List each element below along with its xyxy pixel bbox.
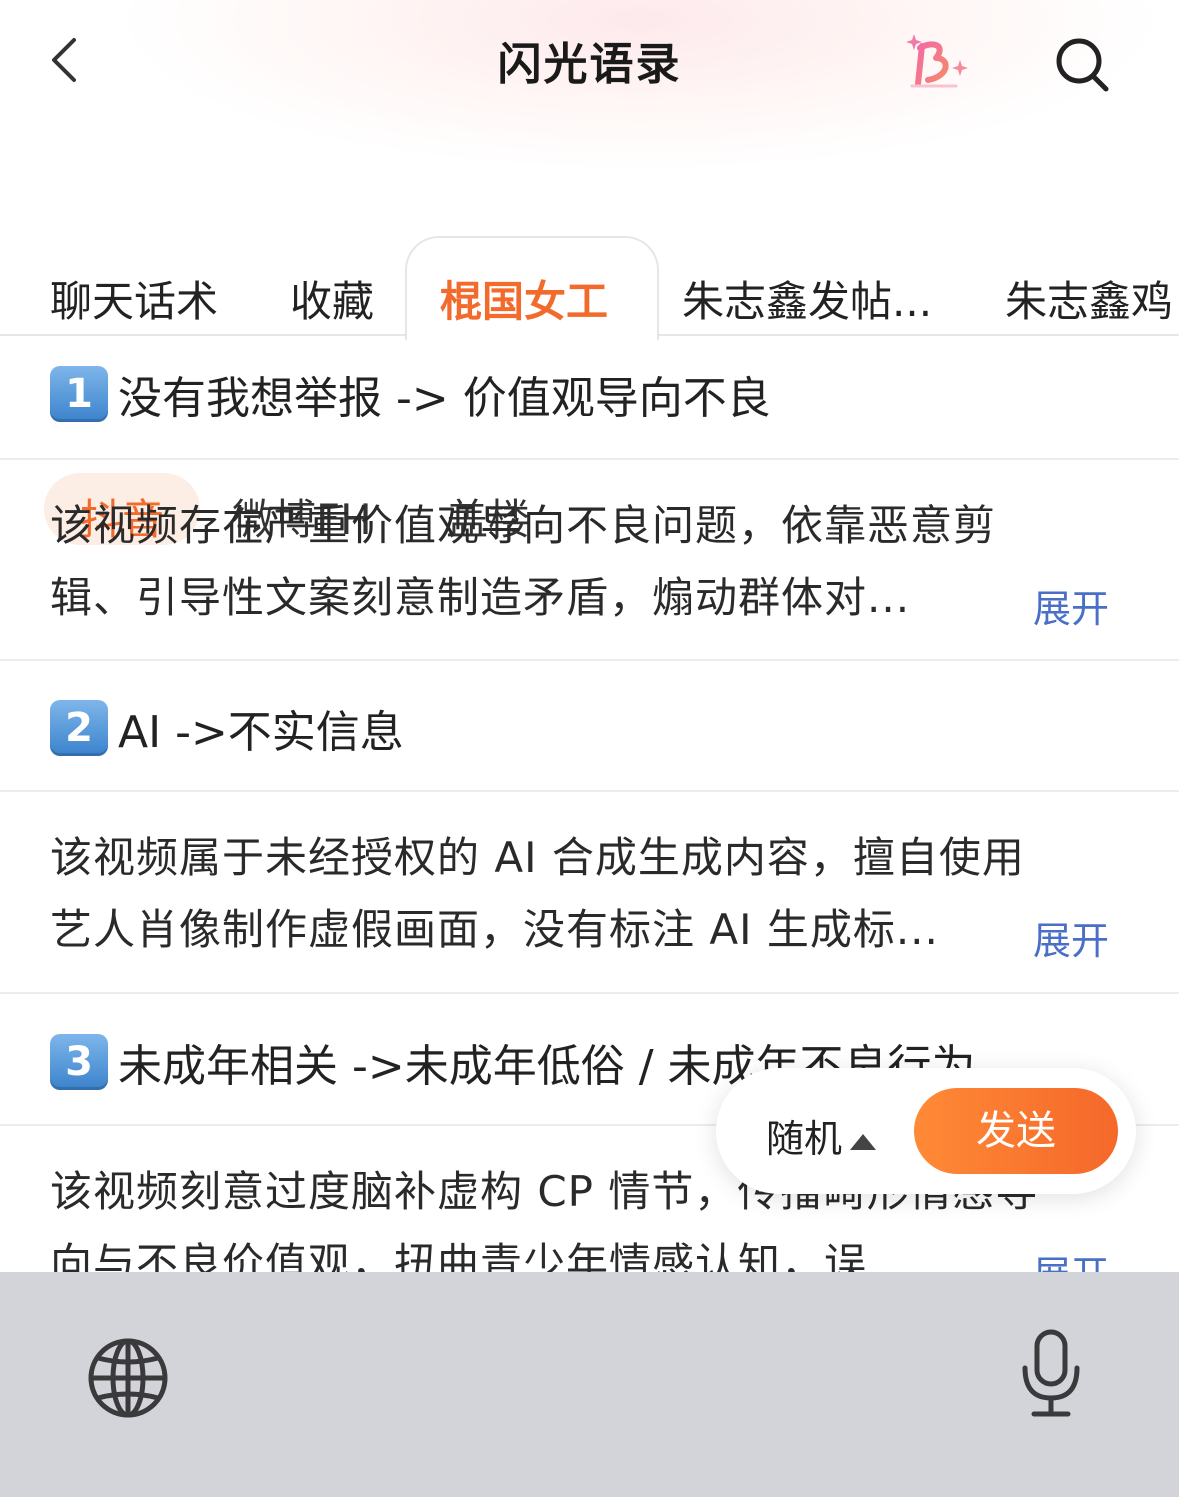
item-title[interactable]: 2 AI ->不实信息: [50, 696, 404, 760]
divider: [0, 458, 1179, 460]
globe-icon[interactable]: [86, 1336, 170, 1420]
random-label: 随机: [766, 1117, 843, 1161]
item-body[interactable]: 该视频属于未经授权的 AI 合成生成内容，擅自使用 艺人肖像制作虚假画面，没有标…: [50, 822, 1130, 966]
body-line: 艺人肖像制作虚假画面，没有标注 AI 生成标...: [50, 905, 939, 954]
search-button[interactable]: [1052, 34, 1112, 94]
sub-tabs: 抖音 微博FH 盖楼: [0, 236, 1179, 545]
category-tabs: 聊天话术 收藏 棍国女工 朱志鑫发帖... 朱志鑫鸡: [0, 118, 1179, 340]
search-icon: [1056, 38, 1109, 92]
page-title: 闪光语录: [497, 39, 682, 90]
item-title-text: AI ->不实信息: [118, 707, 404, 758]
header: 闪光语录: [0, 0, 1179, 120]
keyboard-bar: [0, 1272, 1179, 1497]
body-line: 该视频存在严重价值观导向不良问题，依靠恶意剪: [50, 501, 997, 550]
item-body[interactable]: 该视频存在严重价值观导向不良问题，依靠恶意剪 辑、引导性文案刻意制造矛盾，煽动群…: [50, 490, 1130, 634]
send-button[interactable]: 发送: [914, 1088, 1118, 1174]
number-badge: 2: [50, 700, 108, 756]
item-title[interactable]: 1 没有我想举报 -> 价值观导向不良: [50, 362, 771, 426]
number-badge: 1: [50, 366, 108, 422]
microphone-icon[interactable]: [1018, 1328, 1084, 1420]
random-button[interactable]: 随机: [766, 1108, 877, 1163]
divider: [0, 992, 1179, 994]
body-line: 辑、引导性文案刻意制造矛盾，煽动群体对...: [50, 573, 911, 622]
number-badge: 3: [50, 1034, 108, 1090]
b-sparkle-icon[interactable]: [900, 30, 972, 96]
item-title-text: 没有我想举报 -> 价值观导向不良: [118, 373, 771, 424]
triangle-up-icon: [850, 1133, 877, 1150]
divider: [0, 659, 1179, 661]
expand-link[interactable]: 展开: [1033, 578, 1109, 633]
body-line: 该视频属于未经授权的 AI 合成生成内容，擅自使用: [50, 833, 1025, 882]
divider: [0, 790, 1179, 792]
expand-link[interactable]: 展开: [1033, 910, 1109, 965]
